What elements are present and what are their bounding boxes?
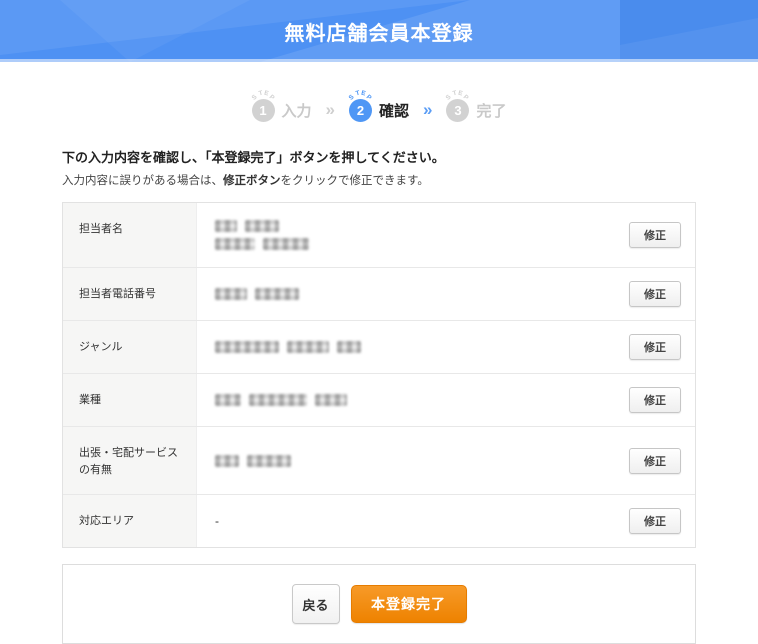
step-item-input: STEP 1 入力: [250, 89, 312, 122]
step-word-arc: STEP: [347, 89, 373, 102]
redacted-text-block: [263, 238, 309, 250]
table-row: 業種 修正: [63, 373, 695, 426]
edit-button[interactable]: 修正: [629, 508, 681, 534]
step-word-arc: STEP: [445, 89, 471, 102]
confirmation-table: 担当者名 修正 担当者電話番号 修正 ジャンル 修正 業種 修正 出張・宅配サー…: [62, 202, 696, 548]
table-row: ジャンル 修正: [63, 320, 695, 373]
step-separator-icon: »: [423, 100, 433, 119]
instruction-main-text: 下の入力内容を確認し、「本登録完了」ボタンを押してください。: [62, 150, 445, 165]
table-row: 出張・宅配サービスの有無 修正: [63, 426, 695, 494]
edit-button[interactable]: 修正: [629, 387, 681, 413]
step-word-arc: STEP: [250, 89, 276, 102]
header-bottom-strip: [0, 59, 758, 62]
row-value: -: [215, 514, 219, 528]
step-label-complete: 完了: [476, 102, 507, 120]
page-header: 無料店舗会員本登録: [0, 0, 758, 62]
redacted-text-block: [315, 394, 347, 406]
row-value-redacted: [197, 203, 629, 267]
row-label: 出張・宅配サービスの有無: [63, 427, 197, 494]
redacted-text-block: [245, 220, 279, 232]
edit-button[interactable]: 修正: [629, 281, 681, 307]
redacted-text-block: [255, 288, 299, 300]
instructions: 下の入力内容を確認し、「本登録完了」ボタンを押してください。 入力内容に誤りがあ…: [62, 147, 696, 188]
redacted-text-block: [215, 341, 279, 353]
step-label-input: 入力: [281, 102, 312, 120]
row-label: 担当者電話番号: [63, 268, 197, 320]
row-value-redacted: [197, 268, 629, 320]
row-value-redacted: [197, 321, 629, 373]
step-indicator: STEP 1 入力 » STEP 2 確認 » STEP 3 完了: [0, 86, 758, 126]
redacted-text-block: [215, 220, 237, 232]
table-row: 担当者電話番号 修正: [63, 267, 695, 320]
row-value-redacted: [197, 374, 629, 426]
edit-button[interactable]: 修正: [629, 447, 681, 474]
instruction-sub-text: 入力内容に誤りがある場合は、修正ボタンをクリックで修正できます。: [62, 175, 429, 187]
redacted-text-block: [215, 288, 247, 300]
page-title: 無料店舗会員本登録: [284, 22, 474, 45]
step-item-confirm: STEP 2 確認: [347, 89, 409, 122]
table-row: 担当者名 修正: [63, 203, 695, 267]
row-label: 業種: [63, 374, 197, 426]
row-value-redacted: [197, 427, 629, 494]
footer-action-bar: 戻る 本登録完了: [62, 564, 696, 644]
redacted-text-block: [287, 341, 329, 353]
back-button[interactable]: 戻る: [291, 584, 340, 624]
redacted-text-block: [215, 394, 241, 406]
table-row: 対応エリア - 修正: [63, 494, 695, 547]
row-label: 担当者名: [63, 203, 197, 267]
redacted-text-block: [337, 341, 361, 353]
row-label: ジャンル: [63, 321, 197, 373]
step-label-confirm: 確認: [378, 102, 409, 120]
edit-button[interactable]: 修正: [629, 334, 681, 360]
redacted-text-block: [215, 454, 239, 467]
edit-button[interactable]: 修正: [629, 222, 681, 248]
redacted-text-block: [247, 454, 291, 467]
redacted-text-block: [249, 394, 307, 406]
step-item-complete: STEP 3 完了: [445, 89, 507, 122]
redacted-text-block: [215, 238, 255, 250]
row-label: 対応エリア: [63, 495, 197, 547]
submit-registration-button[interactable]: 本登録完了: [350, 585, 467, 623]
step-separator-icon: »: [325, 100, 335, 119]
